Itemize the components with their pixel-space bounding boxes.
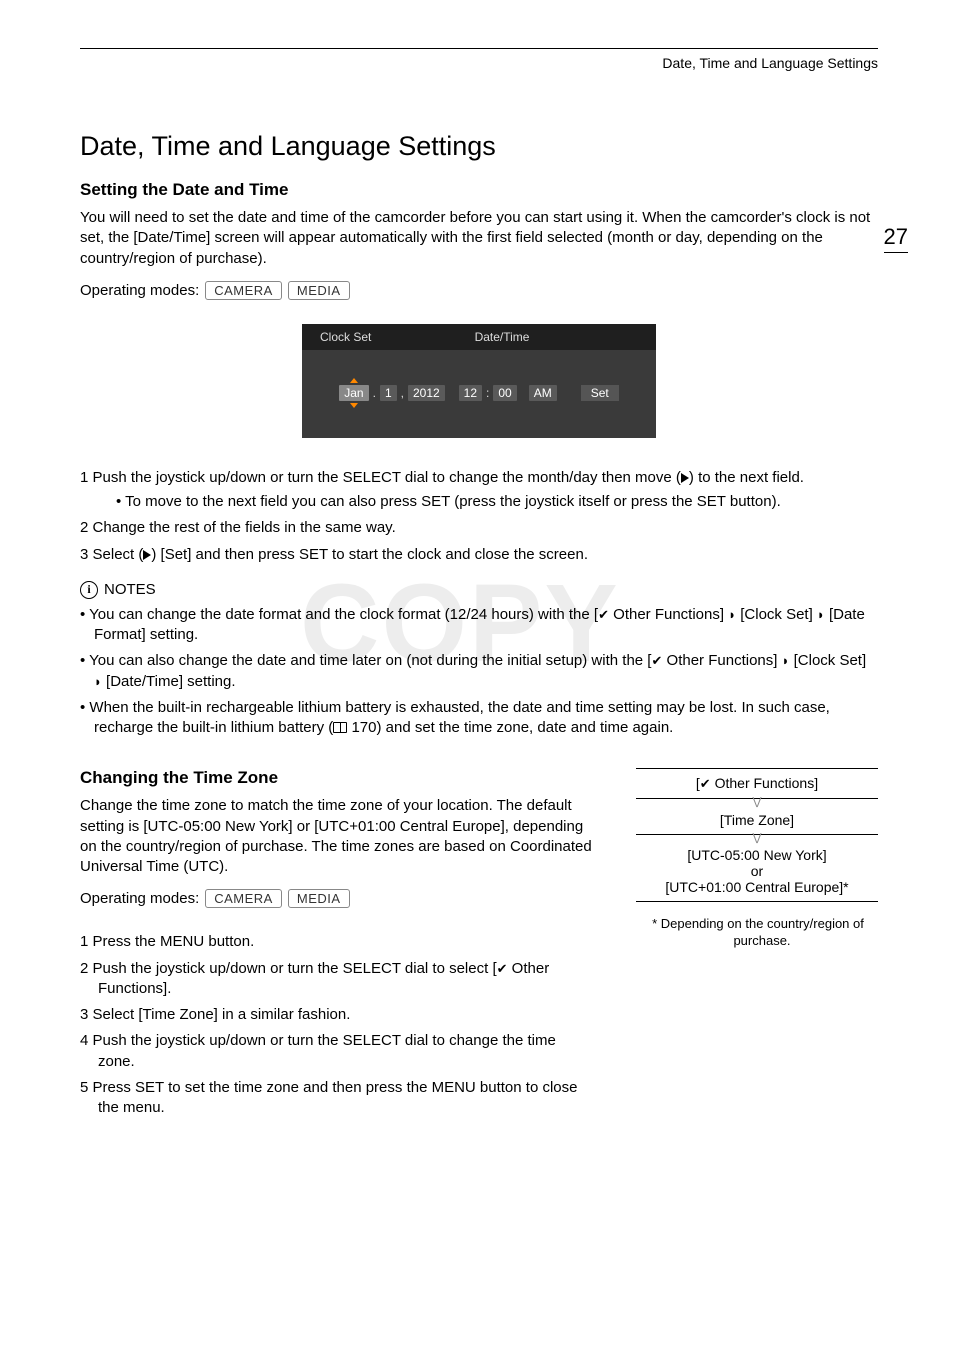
ss-year: 2012 [408,385,445,401]
wrench-icon: ✔ [598,607,609,622]
page-content: Date, Time and Language Settings 27 Date… [0,0,954,1174]
step-2: 2 Push the joystick up/down or turn the … [80,959,596,1000]
mode-media: MEDIA [288,281,350,300]
mode-media: MEDIA [288,889,350,908]
text: Other Functions] [609,606,728,623]
notes-label: NOTES [104,581,156,598]
note-1: You can change the date format and the c… [80,605,878,646]
step-3: 3 Select ( ) [Set] and then press SET to … [80,545,878,565]
clock-set-screenshot: Clock Set Date/Time Jan . 1 , 2012 12 : … [302,324,656,438]
section1-heading: Setting the Date and Time [80,180,878,200]
step-1-sub: • To move to the next field you can also… [116,492,878,512]
section1-steps: 1 Push the joystick up/down or turn the … [80,468,878,565]
ss-min: 00 [493,385,516,401]
ss-hour: 12 [459,385,482,401]
text: 1 Push the joystick up/down or turn the … [80,469,681,486]
text: [Date/Time] setting. [102,673,236,690]
text: [Clock Set] [736,606,817,623]
notes-heading: i NOTES [80,581,878,599]
text: ) to the next field. [689,469,804,486]
step-3: 3 Select [Time Zone] in a similar fashio… [80,1005,596,1025]
ss-set-button: Set [581,385,619,401]
section2-heading: Changing the Time Zone [80,768,596,788]
ss-sep: . [373,386,376,400]
text: or [638,863,876,879]
up-arrow-icon [350,378,358,383]
right-arrow-icon [681,473,689,483]
text: Other Functions] [711,775,818,791]
menu-path-row: [Time Zone] [636,806,878,834]
text: You can change the date format and the c… [89,606,598,623]
modes-label: Operating modes: [80,890,199,907]
nav-arrow-icon: ◗ [817,607,825,622]
running-head: Date, Time and Language Settings [80,55,878,71]
page-number: 27 [884,224,908,253]
text: [UTC-05:00 New York] [638,847,876,863]
section2-intro: Change the time zone to match the time z… [80,796,596,877]
ss-tab-date-time: Date/Time [465,328,540,346]
section2-steps: 1 Press the MENU button. 2 Push the joys… [80,932,596,1118]
ss-tab-clock-set: Clock Set [310,328,381,346]
step-5: 5 Press SET to set the time zone and the… [80,1078,596,1119]
wrench-icon: ✔ [651,653,662,668]
mode-camera: CAMERA [205,281,282,300]
text: You can also change the date and time la… [89,652,651,669]
text: 3 Select ( [80,546,143,563]
text: Other Functions] [662,652,781,669]
menu-path-row: [UTC-05:00 New York] or [UTC+01:00 Centr… [636,841,878,901]
menu-footnote: * Depending on the country/region of pur… [636,916,878,950]
text: [UTC+01:00 Central Europe]* [638,879,876,895]
page-title: Date, Time and Language Settings [80,131,878,162]
step-1: 1 Push the joystick up/down or turn the … [80,468,878,513]
ss-ampm: AM [529,385,557,401]
note-2: You can also change the date and time la… [80,651,878,692]
mode-camera: CAMERA [205,889,282,908]
modes-label: Operating modes: [80,282,199,299]
step-2: 2 Change the rest of the fields in the s… [80,518,878,538]
down-chevron-icon: ⋁ [636,835,878,842]
down-arrow-icon [350,403,358,408]
ss-day: 1 [380,385,397,401]
wrench-icon: ✔ [700,776,711,791]
text: 2 Push the joystick up/down or turn the … [80,960,497,977]
text: [Clock Set] [789,652,866,669]
info-icon: i [80,581,98,599]
wrench-icon: ✔ [497,961,508,976]
notes-list: You can change the date format and the c… [80,605,878,739]
book-icon [333,722,347,733]
step-1: 1 Press the MENU button. [80,932,596,952]
ss-month: Jan [339,385,368,401]
section1-intro: You will need to set the date and time o… [80,208,878,269]
nav-arrow-icon: ◗ [728,607,736,622]
text: ) [Set] and then press SET to start the … [151,546,588,563]
note-3: When the built-in rechargeable lithium b… [80,698,878,739]
step-4: 4 Push the joystick up/down or turn the … [80,1031,596,1072]
operating-modes-row-2: Operating modes: CAMERA MEDIA [80,889,596,908]
ss-sep: : [486,386,489,400]
menu-path-box: [✔ Other Functions] ⋁ [Time Zone] ⋁ [UTC… [636,768,878,950]
ss-sep: , [401,386,404,400]
operating-modes-row-1: Operating modes: CAMERA MEDIA [80,281,878,300]
down-chevron-icon: ⋁ [636,799,878,806]
text: 170) and set the time zone, date and tim… [347,719,673,736]
nav-arrow-icon: ◗ [94,674,102,689]
